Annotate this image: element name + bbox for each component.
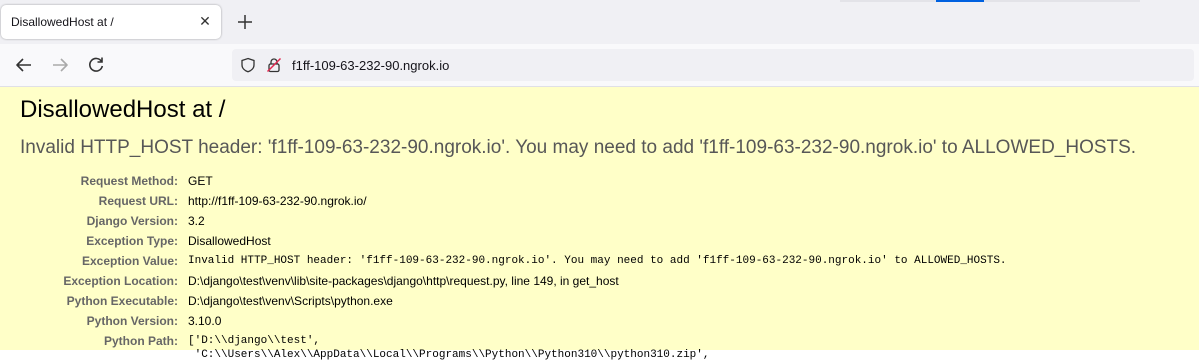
meta-value: D:\django\test\venv\lib\site-packages\dj… (188, 274, 619, 288)
table-row: Request URL: http://f1ff-109-63-232-90.n… (20, 191, 1007, 211)
meta-label: Exception Type: (86, 234, 178, 248)
table-row: Request Method: GET (20, 171, 1007, 191)
shield-icon[interactable] (240, 57, 256, 73)
reload-icon[interactable] (86, 55, 106, 75)
meta-value: Invalid HTTP_HOST header: 'f1ff-109-63-2… (188, 255, 1007, 267)
meta-label: Django Version: (86, 214, 178, 228)
table-row: Python Version: 3.10.0 (20, 311, 1007, 331)
insecure-lock-icon[interactable] (266, 57, 282, 73)
error-page: DisallowedHost at / Invalid HTTP_HOST he… (0, 87, 1199, 361)
tab-title: DisallowedHost at / (11, 15, 114, 29)
meta-label: Python Executable: (66, 294, 178, 308)
table-row: Python Executable: D:\django\test\venv\S… (20, 291, 1007, 311)
meta-value: 3.2 (188, 214, 205, 228)
meta-label: Python Path: (104, 334, 178, 348)
exception-summary: Invalid HTTP_HOST header: 'f1ff-109-63-2… (20, 137, 1137, 158)
active-indicator (936, 0, 984, 2)
meta-label: Exception Location: (63, 274, 178, 288)
url-text: f1ff-109-63-232-90.ngrok.io (292, 58, 450, 73)
table-row: Exception Value: Invalid HTTP_HOST heade… (20, 251, 1007, 271)
meta-value: 3.10.0 (188, 314, 222, 328)
meta-label: Python Version: (86, 314, 178, 328)
meta-label: Exception Value: (81, 254, 178, 268)
plus-icon[interactable] (236, 13, 254, 31)
table-row: Python Path: ['D:\\django\\test', 'C:\\U… (20, 331, 1007, 362)
meta-label: Request URL: (98, 194, 178, 208)
address-bar[interactable]: f1ff-109-63-232-90.ngrok.io (232, 49, 1194, 81)
forward-arrow-icon[interactable] (50, 55, 70, 75)
tab-strip-decoration (840, 0, 1140, 2)
table-row: Exception Type: DisallowedHost (20, 231, 1007, 251)
meta-value: http://f1ff-109-63-232-90.ngrok.io/ (188, 194, 367, 208)
python-path-value: ['D:\\django\\test', 'C:\\Users\\Alex\\A… (188, 335, 710, 361)
table-row: Exception Location: D:\django\test\venv\… (20, 271, 1007, 291)
close-icon[interactable]: ✕ (197, 13, 213, 29)
page-title: DisallowedHost at / (20, 96, 226, 123)
request-meta-table: Request Method: GET Request URL: http://… (20, 171, 1007, 362)
tab-strip: DisallowedHost at / ✕ (0, 0, 1199, 44)
meta-value: DisallowedHost (188, 234, 271, 248)
back-arrow-icon[interactable] (14, 55, 34, 75)
table-row: Django Version: 3.2 (20, 211, 1007, 231)
navigation-toolbar: f1ff-109-63-232-90.ngrok.io (0, 44, 1199, 87)
meta-value: D:\django\test\venv\Scripts\python.exe (188, 294, 393, 308)
browser-tab[interactable]: DisallowedHost at / ✕ (1, 5, 221, 39)
meta-label: Request Method: (80, 174, 178, 188)
meta-value: GET (188, 174, 213, 188)
meta-value: ['D:\\django\\test', 'C:\\Users\\Alex\\A… (188, 331, 1007, 362)
